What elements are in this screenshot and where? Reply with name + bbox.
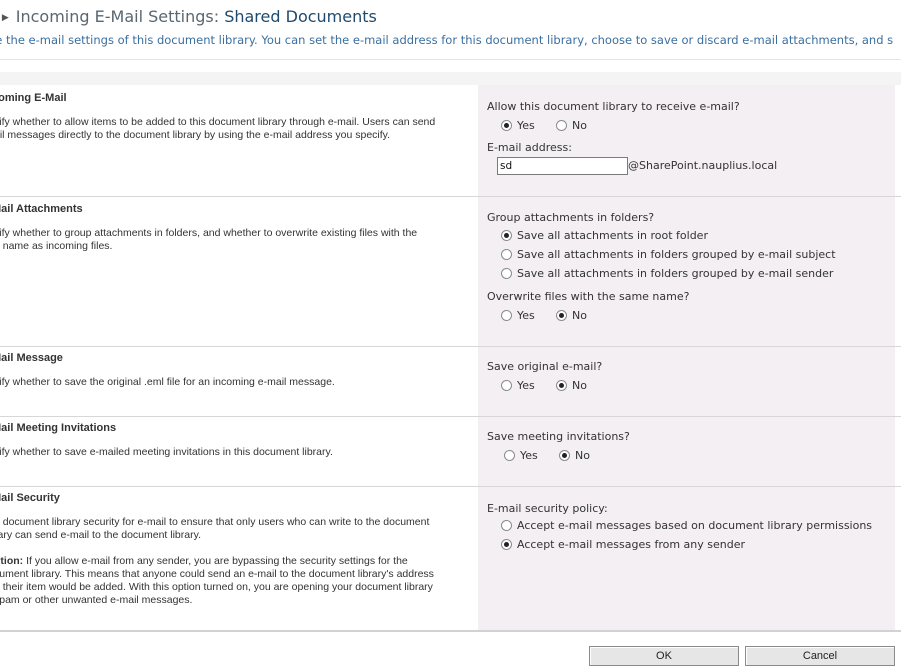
save-original-no-radio[interactable]: No [556, 379, 587, 392]
radio-unselected-icon [504, 450, 515, 461]
section-title: Mail Meeting Invitations [0, 422, 117, 434]
save-original-yes-radio[interactable]: Yes [501, 379, 535, 392]
overwrite-yes-radio[interactable]: Yes [501, 309, 535, 322]
breadcrumb: e▶Incoming E-Mail Settings: Shared Docum… [0, 7, 377, 26]
cancel-button[interactable]: Cancel [745, 646, 895, 666]
section-title: Mail Attachments [0, 203, 83, 215]
radio-selected-icon [501, 539, 512, 550]
overwrite-question: Overwrite files with the same name? [487, 290, 690, 303]
breadcrumb-current: Shared Documents [224, 7, 377, 26]
receive-email-yes-radio[interactable]: Yes [501, 119, 535, 132]
radio-unselected-icon [501, 268, 512, 279]
radio-unselected-icon [501, 520, 512, 531]
email-address-input[interactable] [497, 157, 628, 175]
group-attachments-question: Group attachments in folders? [487, 211, 655, 224]
radio-selected-icon [501, 230, 512, 241]
section-description: e document library security for e-mail t… [0, 516, 430, 541]
receive-email-question: Allow this document library to receive e… [487, 100, 740, 113]
accept-any-sender-radio[interactable]: Accept e-mail messages from any sender [501, 538, 745, 551]
section-description: cify whether to save the original .eml f… [0, 376, 335, 388]
radio-unselected-icon [556, 120, 567, 131]
section-email-security: Mail Security e document library securit… [0, 487, 901, 632]
radio-selected-icon [501, 120, 512, 131]
section-title: Mail Security [0, 492, 60, 504]
receive-email-no-radio[interactable]: No [556, 119, 587, 132]
section-incoming-email: coming E-Mail cify whether to allow item… [0, 85, 901, 197]
section-title: coming E-Mail [0, 92, 67, 104]
caution-note: ution: If you allow e-mail from any send… [0, 555, 464, 607]
section-description: cify whether to allow items to be added … [0, 116, 436, 141]
radio-selected-icon [556, 310, 567, 321]
breadcrumb-arrow-icon: ▶ [1, 13, 9, 23]
settings-form: coming E-Mail cify whether to allow item… [0, 85, 901, 632]
group-by-sender-radio[interactable]: Save all attachments in folders grouped … [501, 267, 833, 280]
save-meetings-question: Save meeting invitations? [487, 430, 630, 443]
toolbar-band [0, 72, 901, 85]
section-email-message: Mail Message cify whether to save the or… [0, 347, 901, 417]
save-meetings-yes-radio[interactable]: Yes [504, 449, 538, 462]
caution-label: ution: [0, 555, 24, 567]
radio-unselected-icon [501, 249, 512, 260]
security-policy-question: E-mail security policy: [487, 502, 608, 515]
section-meeting-invitations: Mail Meeting Invitations cify whether to… [0, 417, 901, 487]
page-description: ge the e-mail settings of this document … [0, 33, 894, 47]
email-address-label: E-mail address: [487, 141, 572, 154]
radio-selected-icon [559, 450, 570, 461]
section-description: cify whether to save e-mailed meeting in… [0, 446, 333, 458]
section-email-attachments: Mail Attachments cify whether to group a… [0, 197, 901, 347]
header-divider [0, 59, 901, 60]
accept-permissions-radio[interactable]: Accept e-mail messages based on document… [501, 519, 872, 532]
save-original-question: Save original e-mail? [487, 360, 603, 373]
section-description: cify whether to group attachments in fol… [0, 227, 418, 252]
group-by-subject-radio[interactable]: Save all attachments in folders grouped … [501, 248, 836, 261]
ok-button[interactable]: OK [589, 646, 739, 666]
breadcrumb-settings-label: Incoming E-Mail Settings: [15, 7, 220, 26]
page-header: e▶Incoming E-Mail Settings: Shared Docum… [0, 0, 901, 72]
save-meetings-no-radio[interactable]: No [559, 449, 590, 462]
radio-unselected-icon [501, 380, 512, 391]
email-domain-suffix: @SharePoint.nauplius.local [628, 159, 778, 172]
save-root-folder-radio[interactable]: Save all attachments in root folder [501, 229, 708, 242]
overwrite-no-radio[interactable]: No [556, 309, 587, 322]
radio-unselected-icon [501, 310, 512, 321]
radio-selected-icon [556, 380, 567, 391]
section-title: Mail Message [0, 352, 63, 364]
